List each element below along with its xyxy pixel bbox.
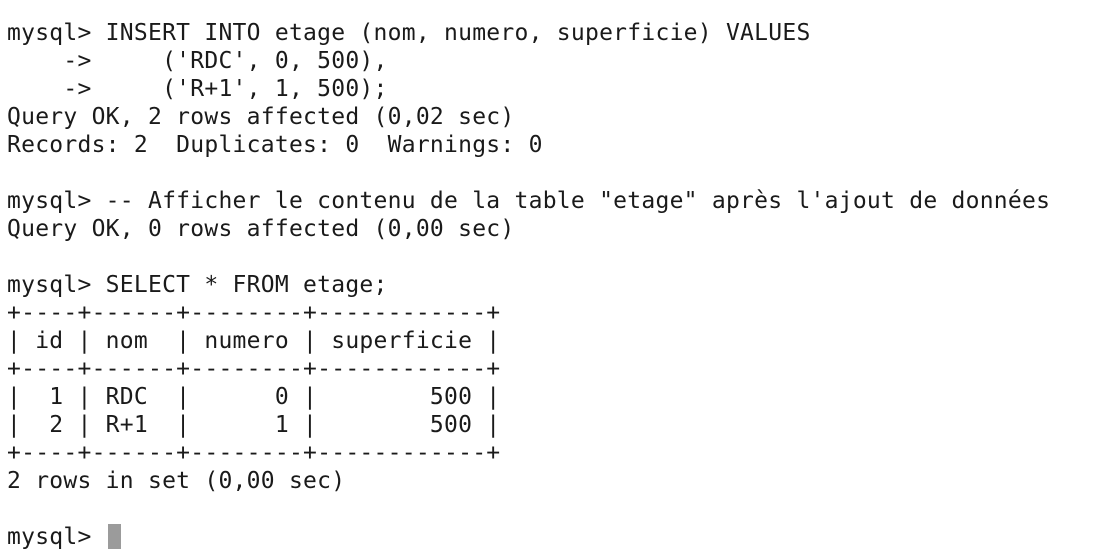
terminal-line-continuation-1: -> ('RDC', 0, 500), [7, 48, 388, 74]
result-table-border-mid: +----+------+--------+------------+ [7, 356, 501, 382]
terminal-line-comment-command: mysql> -- Afficher le contenu de la tabl… [7, 188, 1051, 214]
terminal-line-select-command: mysql> SELECT * FROM etage; [7, 272, 388, 298]
result-table-border-bottom: +----+------+--------+------------+ [7, 440, 501, 466]
result-table-header-row: | id | nom | numero | superficie | [7, 328, 501, 354]
terminal-prompt-line[interactable]: mysql> [7, 523, 1100, 551]
terminal-window[interactable]: mysql> INSERT INTO etage (nom, numero, s… [0, 0, 1100, 558]
terminal-line-insert-command: mysql> INSERT INTO etage (nom, numero, s… [7, 20, 811, 46]
terminal-line-continuation-2: -> ('R+1', 1, 500); [7, 76, 388, 102]
text-cursor [107, 524, 121, 549]
terminal-line-rows-in-set: 2 rows in set (0,00 sec) [7, 468, 346, 494]
result-table-row: | 2 | R+1 | 1 | 500 | [7, 412, 501, 438]
terminal-line-records-summary: Records: 2 Duplicates: 0 Warnings: 0 [7, 132, 543, 158]
result-table-row: | 1 | RDC | 0 | 500 | [7, 384, 501, 410]
terminal-line-query-ok-insert: Query OK, 2 rows affected (0,02 sec) [7, 104, 515, 130]
terminal-prompt: mysql> [7, 524, 106, 550]
terminal-line-query-ok-comment: Query OK, 0 rows affected (0,00 sec) [7, 216, 515, 242]
result-table-border-top: +----+------+--------+------------+ [7, 300, 501, 326]
